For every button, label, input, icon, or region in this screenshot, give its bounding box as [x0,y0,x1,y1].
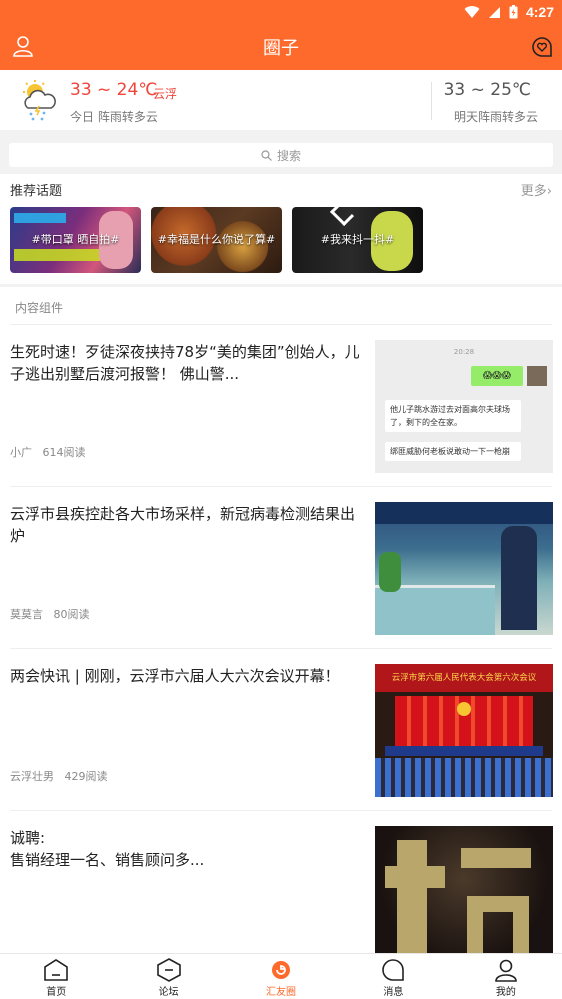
article-item[interactable]: 云浮市县疾控赴各大市场采样，新冠病毒检测结果出炉 莫莫言 80阅读 [0,487,562,649]
message-icon [382,959,405,981]
tomorrow-forecast: 明天阵雨转多云 [453,110,538,124]
tab-profile[interactable]: 我的 [450,954,562,999]
app-header: 4:27 圈子 [0,0,562,70]
topic-image-banner [14,213,66,223]
search-placeholder: 搜索 [276,148,301,163]
content-feed: 内容组件 生死时速！歹徒深夜挟持78岁“美的集团”创始人，儿子逃出别墅后渡河报警… [0,287,562,953]
article-reads: 80阅读 [53,608,90,621]
meeting-banner: 云浮市第六届人民代表大会第六次会议 [375,664,553,692]
feed-heading: 内容组件 [15,301,64,315]
tab-label: 论坛 [158,987,179,998]
article-item[interactable]: 诚聘: 售销经理一名、销售顾问多... [0,811,562,953]
circle-icon [272,961,291,979]
article-meta: 云浮壮男 429阅读 [10,768,108,784]
article-thumbnail [375,826,553,953]
forum-icon [156,958,181,982]
article-title: 两会快讯 | 刚刚，云浮市六届人大六次会议开幕！ [10,667,340,685]
tab-label: 我的 [495,987,516,998]
search-section: 搜索 [0,130,562,174]
status-time: 4:27 [525,4,554,20]
bottom-tab-bar: 首页 论坛 汇友圈 消息 我的 [0,953,562,999]
article-title: 生死时速！歹徒深夜挟持78岁“美的集团”创始人，儿子逃出别墅后渡河报警！ 佛山警… [10,343,360,383]
page-title: 圈子 [263,38,299,59]
recruit-graphic [397,840,427,953]
city-name: 云浮 [153,87,178,101]
tab-circle[interactable]: 汇友圈 [225,954,337,999]
chat-bubble: 他儿子跳水游过去对面高尔夫球场了，剩下的全在家。 [385,400,521,432]
recommended-topics: 推荐话题 更多› #带口罩 晒自拍# #幸福是什么你说了算# #我来抖一抖# [0,174,562,284]
thunder-rain-icon [23,80,56,121]
article-item[interactable]: 生死时速！歹徒深夜挟持78岁“美的集团”创始人，儿子逃出别墅后渡河报警！ 佛山警… [0,325,562,487]
topic-image-banner [14,249,100,261]
weather-widget[interactable]: 33 ~ 24℃ 云浮 今日 阵雨转多云 33 ~ 25℃ 明天阵雨转多云 [0,70,562,130]
article-reads: 429阅读 [64,770,108,783]
chat-bubble-emoji: 😱😱😱 [471,366,523,386]
tab-label: 消息 [383,987,404,998]
avatar [527,366,547,386]
person-figure [501,526,537,630]
topic-image-logo [329,207,355,227]
article-thumbnail: 云浮市第六届人民代表大会第六次会议 [375,664,553,797]
topic-label: #带口罩 晒自拍# [31,233,120,246]
tomorrow-temperature: 33 ~ 25℃ [443,80,531,100]
topics-heading: 推荐话题 [10,184,63,199]
signal-icon [488,6,500,18]
battery-icon [509,5,518,19]
topic-card[interactable]: #幸福是什么你说了算# [151,207,282,273]
divider [431,82,432,120]
chat-bubble: 绑匪威胁何老板说敢动一下一枪崩 [385,442,521,461]
tab-forum[interactable]: 论坛 [112,954,224,999]
today-temperature: 33 ~ 24℃ [70,80,158,100]
wifi-icon [464,5,480,18]
article-author: 小广 [10,446,32,459]
home-icon [44,959,69,981]
recruit-graphic [385,866,445,888]
user-icon[interactable] [11,34,35,58]
article-item[interactable]: 两会快讯 | 刚刚，云浮市六届人大六次会议开幕！ 云浮壮男 429阅读 云浮市第… [0,649,562,811]
article-title: 诚聘: 售销经理一名、销售顾问多... [10,829,205,869]
search-icon [261,149,272,161]
recruit-graphic [467,896,529,953]
topic-label: #我来抖一抖# [320,233,395,246]
status-bar: 4:27 [0,0,562,24]
article-author: 莫莫言 [10,608,43,621]
more-label: 更多 [520,184,547,199]
tab-label: 汇友圈 [266,987,297,998]
article-meta: 莫莫言 80阅读 [10,606,90,622]
chevron-right-icon: › [546,184,552,199]
market-ceiling [375,502,553,524]
article-thumbnail: 20:28 😱😱😱 他儿子跳水游过去对面高尔夫球场了，剩下的全在家。 绑匪威胁何… [375,340,553,473]
tab-messages[interactable]: 消息 [337,954,449,999]
article-thumbnail [375,502,553,635]
recruit-graphic [461,848,531,868]
tab-home[interactable]: 首页 [0,954,112,999]
national-emblem [457,702,471,716]
more-link[interactable]: 更多› [521,180,552,199]
article-meta: 小广 614阅读 [10,444,86,460]
tab-label: 首页 [46,987,67,998]
topic-card[interactable]: #我来抖一抖# [292,207,423,273]
article-title: 云浮市县疾控赴各大市场采样，新冠病毒检测结果出炉 [10,505,356,545]
market-counter [375,585,495,635]
person-figure [379,552,401,592]
user-icon [495,959,517,982]
chat-icon[interactable] [530,35,554,59]
chat-time: 20:28 [453,348,475,356]
audience-seats [375,758,553,797]
today-forecast: 今日 阵雨转多云 [70,110,158,124]
search-input[interactable]: 搜索 [9,143,553,167]
title-bar: 圈子 [0,24,562,70]
article-reads: 614阅读 [42,446,86,459]
article-meta [10,930,21,943]
topic-card[interactable]: #带口罩 晒自拍# [10,207,141,273]
stage-table [385,746,543,756]
article-author: 云浮壮男 [10,770,54,783]
topic-label: #幸福是什么你说了算# [157,233,276,246]
